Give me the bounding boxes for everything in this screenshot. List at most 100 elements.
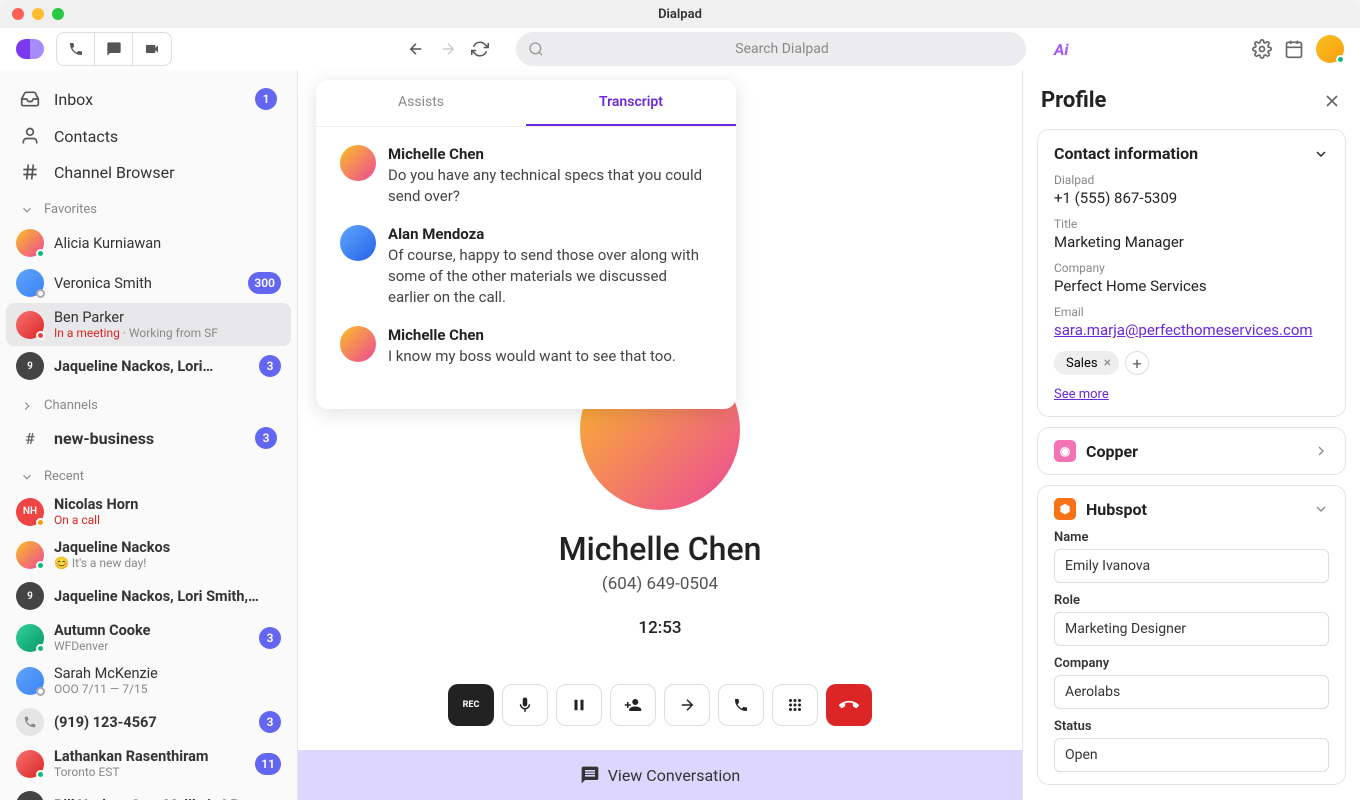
call-action-button[interactable]	[718, 684, 764, 726]
add-participant-button[interactable]	[610, 684, 656, 726]
field-label: Email	[1054, 305, 1329, 319]
hubspot-status-input[interactable]	[1054, 738, 1329, 772]
recent-item[interactable]: 9 Jaqueline Nackos, Lori Smith,…	[0, 576, 297, 616]
tag-sales[interactable]: Sales×	[1054, 351, 1119, 375]
see-more-link[interactable]: See more	[1054, 387, 1109, 402]
field-label: Company	[1054, 261, 1329, 275]
user-avatar[interactable]	[1316, 35, 1344, 63]
avatar	[16, 229, 44, 257]
close-window-button[interactable]	[12, 8, 24, 20]
tab-transcript[interactable]: Transcript	[526, 80, 736, 126]
badge: 11	[255, 753, 281, 775]
recent-item[interactable]: Jaqueline Nackos 😊 It's a new day!	[0, 533, 297, 576]
avatar: 9	[16, 582, 44, 610]
record-button[interactable]: REC	[448, 684, 494, 726]
message-text: I know my boss would want to see that to…	[388, 346, 676, 367]
chevron-right-icon	[1313, 443, 1329, 459]
hubspot-role-input[interactable]	[1054, 612, 1329, 646]
recent-header[interactable]: Recent	[0, 457, 297, 490]
section-title: Favorites	[44, 202, 97, 217]
call-button[interactable]	[57, 33, 95, 65]
contacts-icon	[20, 126, 40, 146]
nav-contacts[interactable]: Contacts	[0, 118, 297, 154]
hubspot-name-input[interactable]	[1054, 549, 1329, 583]
avatar: NH	[16, 498, 44, 526]
contact-status: WFDenver	[54, 639, 249, 653]
contact-name: Bill Yackey, Sam Maliksi, J.P.…	[54, 797, 281, 800]
copper-card[interactable]: ◉ Copper	[1037, 427, 1346, 475]
hubspot-icon: ⬢	[1054, 498, 1076, 520]
avatar	[16, 667, 44, 695]
minimize-window-button[interactable]	[32, 8, 44, 20]
transcript-message: Alan Mendoza Of course, happy to send th…	[340, 225, 712, 308]
maximize-window-button[interactable]	[52, 8, 64, 20]
chevron-down-icon	[1313, 146, 1329, 162]
contact-name: (919) 123-4567	[54, 714, 249, 731]
remove-tag-icon[interactable]: ×	[1104, 355, 1111, 371]
contact-name: Ben Parker	[54, 309, 281, 326]
nav-channel-browser[interactable]: Channel Browser	[0, 154, 297, 190]
mute-button[interactable]	[502, 684, 548, 726]
avatar	[340, 225, 376, 261]
contact-name: Jaqueline Nackos, Lori Smith,…	[54, 588, 281, 605]
form-label: Name	[1054, 530, 1329, 545]
integration-label: Copper	[1086, 442, 1138, 461]
recent-item[interactable]: NH Nicolas Horn On a call	[0, 490, 297, 533]
hubspot-company-input[interactable]	[1054, 675, 1329, 709]
caller-phone: (604) 649-0504	[602, 574, 718, 594]
chevron-down-icon	[1313, 501, 1329, 517]
search-wrap	[516, 32, 1026, 66]
profile-panel: Profile Contact information Dialpad +1 (…	[1022, 70, 1360, 800]
search-input[interactable]	[516, 32, 1026, 66]
ai-icon[interactable]: Ai	[1054, 40, 1069, 59]
favorites-header[interactable]: Favorites	[0, 190, 297, 223]
email-link[interactable]: sara.marja@perfecthomeservices.com	[1054, 321, 1329, 339]
inbox-icon	[20, 89, 40, 109]
favorite-item[interactable]: Veronica Smith 300	[0, 263, 297, 303]
recent-item[interactable]: Sarah McKenzie OOO 7/11 — 7/15	[0, 659, 297, 702]
calendar-icon[interactable]	[1284, 39, 1304, 59]
profile-title: Profile	[1041, 88, 1106, 113]
traffic-lights	[12, 8, 64, 20]
back-button[interactable]	[404, 37, 428, 61]
view-conversation-label: View Conversation	[608, 766, 741, 785]
transfer-button[interactable]	[664, 684, 710, 726]
avatar	[16, 541, 44, 569]
favorite-item-active[interactable]: Ben Parker In a meeting · Working from S…	[6, 303, 291, 346]
tab-assists[interactable]: Assists	[316, 80, 526, 126]
message-button[interactable]	[95, 33, 133, 65]
channel-item[interactable]: # new-business 3	[0, 419, 297, 457]
video-button[interactable]	[133, 33, 171, 65]
transcript-tabs: Assists Transcript	[316, 80, 736, 127]
hold-button[interactable]	[556, 684, 602, 726]
chat-icon	[580, 765, 600, 785]
favorite-item[interactable]: Alicia Kurniawan	[0, 223, 297, 263]
close-icon[interactable]	[1322, 91, 1342, 111]
contact-info-header[interactable]: Contact information	[1054, 144, 1329, 163]
contact-status: On a call	[54, 513, 281, 527]
badge: 3	[255, 427, 277, 449]
contact-status: In a meeting · Working from SF	[54, 326, 281, 340]
channels-header[interactable]: Channels	[0, 386, 297, 419]
favorite-item[interactable]: 9 Jaqueline Nackos, Lori… 3	[0, 346, 297, 386]
recent-item[interactable]: (919) 123-4567 3	[0, 702, 297, 742]
transcript-message: Michelle Chen I know my boss would want …	[340, 326, 712, 367]
keypad-button[interactable]	[772, 684, 818, 726]
add-tag-button[interactable]: +	[1125, 351, 1149, 375]
recent-item[interactable]: Autumn Cooke WFDenver 3	[0, 616, 297, 659]
call-timer: 12:53	[638, 618, 681, 638]
refresh-button[interactable]	[468, 37, 492, 61]
section-title: Recent	[44, 469, 84, 484]
channel-name: new-business	[54, 429, 154, 448]
nav-inbox[interactable]: Inbox 1	[0, 80, 297, 118]
avatar	[340, 145, 376, 181]
recent-item[interactable]: 24 Bill Yackey, Sam Maliksi, J.P.…	[0, 785, 297, 800]
hubspot-header[interactable]: ⬢ Hubspot	[1054, 498, 1329, 520]
settings-icon[interactable]	[1252, 39, 1272, 59]
window-title: Dialpad	[658, 7, 702, 22]
call-controls: REC	[298, 668, 1022, 750]
forward-button[interactable]	[436, 37, 460, 61]
view-conversation-button[interactable]: View Conversation	[298, 750, 1022, 800]
recent-item[interactable]: Lathankan Rasenthiram Toronto EST 11	[0, 742, 297, 785]
hangup-button[interactable]	[826, 684, 872, 726]
